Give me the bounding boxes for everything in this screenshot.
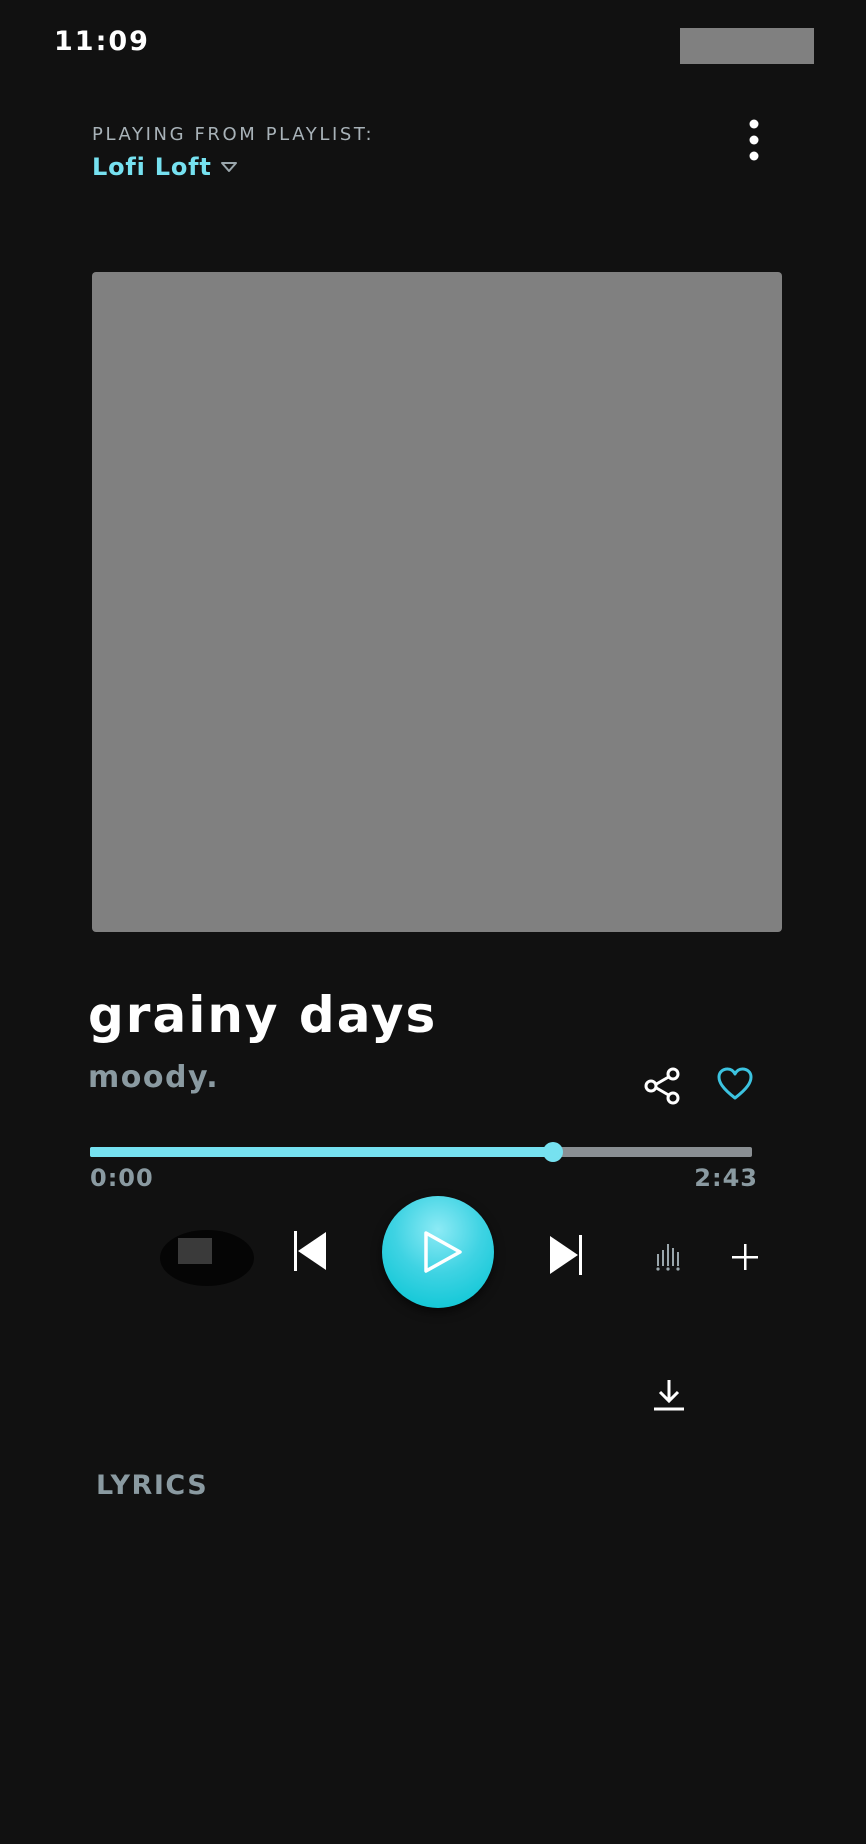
caret-down-icon [220, 162, 237, 172]
playlist-name: Lofi Loft [92, 153, 212, 181]
equalizer-button[interactable] [654, 1242, 682, 1272]
previous-button[interactable] [292, 1230, 328, 1272]
time-total: 2:43 [694, 1164, 758, 1192]
download-button[interactable] [652, 1378, 686, 1412]
favorite-button[interactable] [716, 1066, 754, 1102]
progress-fill [90, 1147, 554, 1157]
time-elapsed: 0:00 [90, 1164, 154, 1192]
download-icon [654, 1380, 684, 1411]
mini-artwork [178, 1238, 212, 1264]
playing-from-label: PLAYING FROM PLAYLIST: [92, 124, 375, 145]
heart-icon [717, 1067, 753, 1100]
status-bar-time: 11:09 [54, 26, 150, 57]
progress-thumb[interactable] [543, 1142, 564, 1162]
status-bar-indicators [680, 28, 814, 64]
now-playing-screen: 11:09 PLAYING FROM PLAYLIST: Lofi Loft g… [0, 0, 866, 1844]
mini-artwork-button[interactable] [160, 1230, 254, 1286]
playlist-selector[interactable]: Lofi Loft [92, 150, 238, 184]
track-title: grainy days [88, 986, 438, 1044]
track-artist[interactable]: moody. [88, 1060, 219, 1095]
share-icon [644, 1067, 680, 1105]
more-options-button[interactable] [740, 118, 768, 168]
share-button[interactable] [642, 1066, 682, 1106]
equalizer-icon [656, 1244, 680, 1271]
more-vertical-icon [749, 119, 759, 161]
album-artwork [92, 272, 782, 932]
add-to-playlist-button[interactable] [730, 1242, 760, 1272]
play-button[interactable] [382, 1196, 494, 1308]
play-icon [424, 1231, 462, 1273]
lyrics-heading: LYRICS [96, 1470, 209, 1501]
progress-bar[interactable] [90, 1142, 752, 1162]
skip-previous-icon [294, 1231, 326, 1271]
plus-icon [732, 1244, 758, 1270]
skip-next-icon [550, 1235, 582, 1275]
next-button[interactable] [548, 1234, 584, 1276]
